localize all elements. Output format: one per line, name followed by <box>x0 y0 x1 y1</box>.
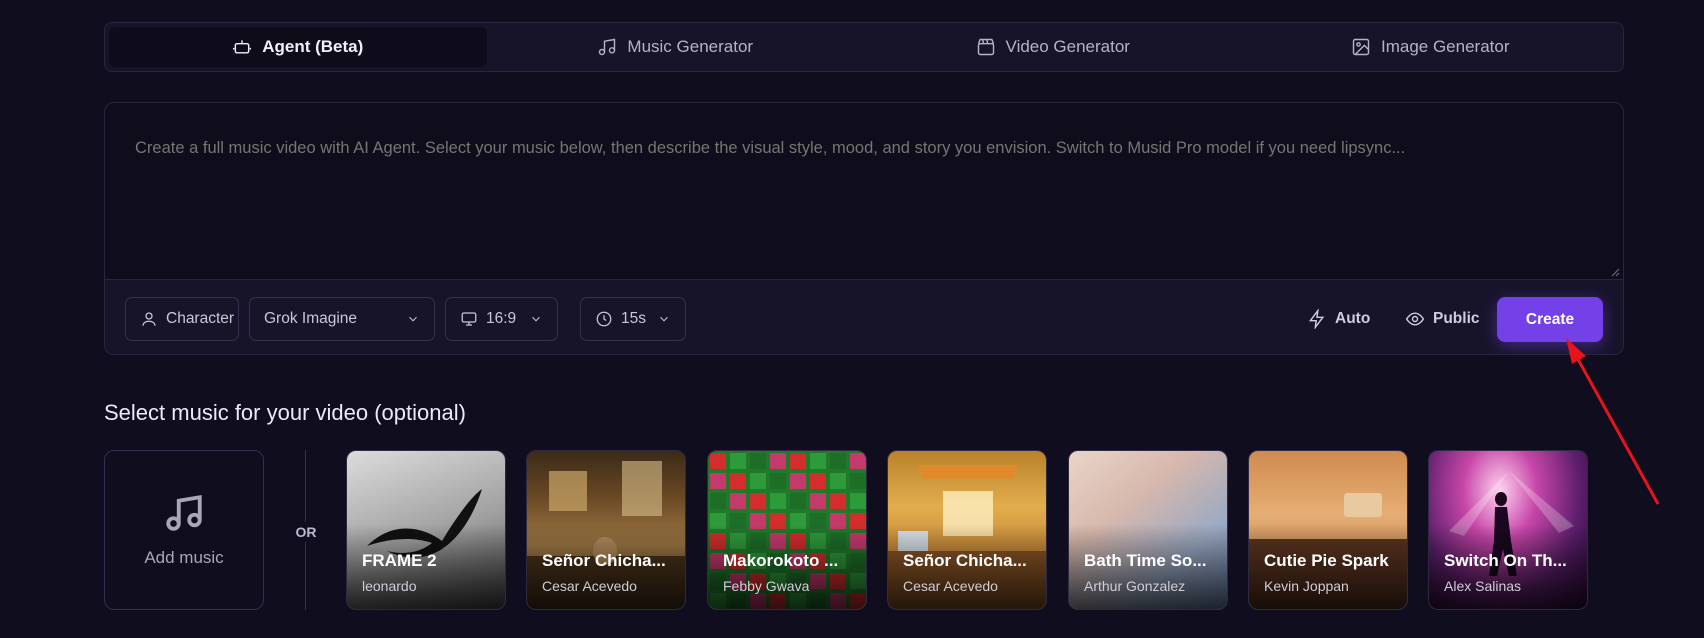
track-title: Cutie Pie Spark <box>1264 551 1389 570</box>
track-title: Makorokoto ... <box>723 551 839 570</box>
monitor-icon <box>461 312 477 326</box>
prompt-panel: Character Grok Imagine 16:9 <box>104 102 1624 355</box>
track-card-bath-time[interactable]: Bath Time So... Arthur Gonzalez <box>1068 450 1228 610</box>
track-artist: Febby Gwava <box>723 578 810 594</box>
track-artist: Kevin Joppan <box>1264 578 1349 594</box>
track-title: Switch On Th... <box>1444 551 1567 570</box>
track-artist: Arthur Gonzalez <box>1084 578 1186 594</box>
add-music-button[interactable]: Add music <box>104 450 264 610</box>
tab-video-generator[interactable]: Video Generator <box>864 27 1242 67</box>
public-label: Public <box>1433 310 1480 327</box>
add-music-label: Add music <box>144 548 224 567</box>
track-card-cutie-pie-spark[interactable]: Cutie Pie Spark Kevin Joppan <box>1248 450 1408 610</box>
chevron-down-icon <box>532 316 540 322</box>
model-value: Grok Imagine <box>264 310 358 327</box>
create-label: Create <box>1525 310 1575 328</box>
resize-handle-icon[interactable] <box>1610 267 1620 277</box>
user-icon <box>142 312 156 326</box>
track-card-switch-on[interactable]: Switch On Th... Alex Salinas <box>1428 450 1588 610</box>
track-artist: Cesar Acevedo <box>542 578 637 594</box>
create-button[interactable]: Create <box>1497 297 1603 342</box>
track-title: FRAME 2 <box>362 551 437 570</box>
image-icon <box>1352 38 1370 56</box>
or-label: OR <box>293 522 319 542</box>
track-card-senor-chicha-1[interactable]: Señor Chicha... Cesar Acevedo <box>526 450 686 610</box>
tab-label: Image Generator <box>1380 37 1510 56</box>
music-note-icon <box>599 38 616 56</box>
clapperboard-icon <box>977 38 994 56</box>
chevron-down-icon <box>660 316 668 322</box>
track-card-frame-2[interactable]: FRAME 2 leonardo <box>346 450 506 610</box>
tab-music-generator[interactable]: Music Generator <box>487 27 865 67</box>
duration-value: 15s <box>621 310 646 327</box>
tab-label: Agent (Beta) <box>262 37 364 56</box>
aspect-ratio-value: 16:9 <box>486 310 517 327</box>
tab-agent[interactable]: Agent (Beta) <box>109 27 487 67</box>
track-artist: leonardo <box>362 578 417 594</box>
prompt-toolbar: Character Grok Imagine 16:9 15s Auto Pub… <box>105 279 1623 354</box>
character-label: Character <box>166 310 235 327</box>
public-toggle[interactable]: Public <box>1405 297 1480 341</box>
generator-tabs: Agent (Beta) Music Generator Video Gener… <box>104 22 1624 72</box>
model-select[interactable]: Grok Imagine <box>249 297 435 341</box>
track-title: Señor Chicha... <box>903 551 1027 570</box>
clock-icon <box>596 311 612 327</box>
track-artist: Cesar Acevedo <box>903 578 998 594</box>
aspect-ratio-select[interactable]: 16:9 <box>445 297 558 341</box>
track-title: Señor Chicha... <box>542 551 666 570</box>
music-note-icon <box>166 494 202 531</box>
character-button[interactable]: Character <box>125 297 239 341</box>
eye-icon <box>1405 312 1425 326</box>
duration-select[interactable]: 15s <box>580 297 686 341</box>
track-title: Bath Time So... <box>1084 551 1207 570</box>
tab-label: Video Generator <box>1005 37 1130 56</box>
tab-image-generator[interactable]: Image Generator <box>1242 27 1620 67</box>
tab-label: Music Generator <box>627 37 754 56</box>
track-card-makorokoto[interactable]: Makorokoto ... Febby Gwava <box>707 450 867 610</box>
track-card-senor-chicha-2[interactable]: Señor Chicha... Cesar Acevedo <box>887 450 1047 610</box>
page: Agent (Beta) Music Generator Video Gener… <box>0 0 1704 638</box>
lightning-icon <box>1308 309 1325 329</box>
chevron-down-icon <box>409 316 417 322</box>
bot-icon <box>233 40 252 54</box>
music-section-title: Select music for your video (optional) <box>104 400 466 425</box>
auto-button[interactable]: Auto <box>1307 297 1370 341</box>
prompt-input[interactable] <box>105 103 1623 279</box>
auto-label: Auto <box>1335 310 1371 327</box>
track-artist: Alex Salinas <box>1444 578 1522 594</box>
